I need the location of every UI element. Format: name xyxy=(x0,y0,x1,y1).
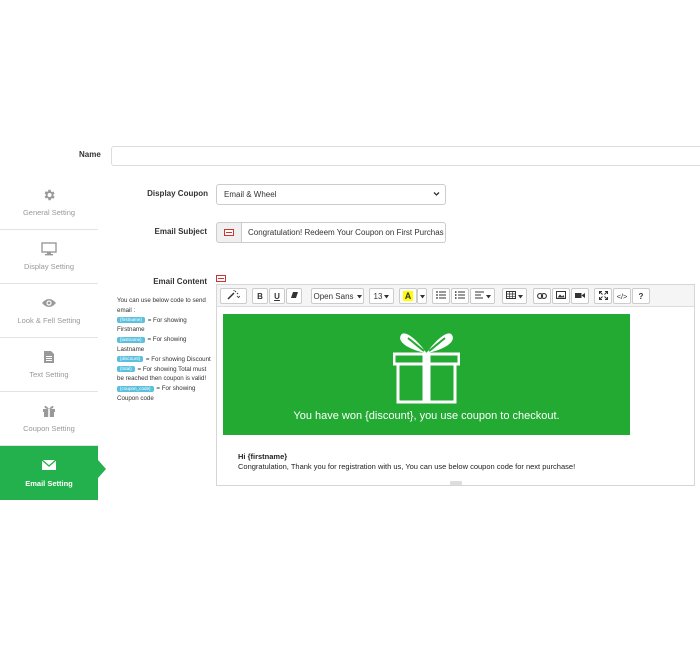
document-icon xyxy=(0,349,98,365)
sidebar-item-look-feel-setting[interactable]: Look & Fell Setting xyxy=(0,284,98,338)
gift-icon xyxy=(392,326,461,411)
text-color-letter: A xyxy=(402,291,414,301)
image-icon xyxy=(556,291,566,301)
active-indicator-arrow xyxy=(98,460,106,478)
code-view-button[interactable]: </> xyxy=(613,288,631,304)
caret-down-icon xyxy=(356,292,362,301)
greeting-text: Hi {firstname} xyxy=(238,452,288,461)
envelope-icon xyxy=(0,457,98,473)
caret-down-icon xyxy=(384,292,390,301)
eraser-button[interactable] xyxy=(286,288,302,304)
email-subject-label: Email Subject xyxy=(154,227,207,236)
sidebar-item-label: Look & Fell Setting xyxy=(17,316,81,325)
sidebar-item-text-setting[interactable]: Text Setting xyxy=(0,338,98,392)
token-help: You can use below code to send email : {… xyxy=(117,296,213,404)
display-coupon-select[interactable]: Email & Wheel xyxy=(216,184,446,205)
token-badge: {discount} xyxy=(117,356,144,363)
font-family-dropdown[interactable]: Open Sans xyxy=(311,288,364,304)
video-icon xyxy=(575,292,585,301)
font-family-value: Open Sans xyxy=(313,291,354,301)
gift-icon xyxy=(0,403,98,419)
flag-icon xyxy=(224,229,234,236)
table-icon xyxy=(506,291,516,301)
monitor-icon xyxy=(0,241,98,257)
link-icon xyxy=(537,292,547,301)
email-editor: B U Open Sans 13 A </> ? You have won {d… xyxy=(216,284,695,486)
numbered-list-icon xyxy=(455,291,465,301)
sidebar-item-general-setting[interactable]: General Setting xyxy=(0,176,98,230)
caret-down-icon xyxy=(518,292,523,301)
editor-toolbar: B U Open Sans 13 A </> ? xyxy=(217,285,694,307)
color-dropdown-toggle[interactable] xyxy=(417,288,427,304)
caret-down-icon xyxy=(485,292,491,301)
font-size-dropdown[interactable]: 13 xyxy=(369,288,394,304)
sidebar-item-label: Coupon Setting xyxy=(23,424,75,433)
token-badge: {coupon_code} xyxy=(117,385,154,392)
token-intro: You can use below code to send email : xyxy=(117,297,206,314)
sidebar-item-label: Display Setting xyxy=(23,262,75,271)
display-coupon-value: Email & Wheel xyxy=(224,190,277,199)
sidebar-item-label: General Setting xyxy=(22,208,76,217)
sidebar-item-display-setting[interactable]: Display Setting xyxy=(0,230,98,284)
sidebar-item-label: Email Setting xyxy=(25,479,73,488)
bullet-list-icon xyxy=(436,291,446,301)
underline-button[interactable]: U xyxy=(269,288,285,304)
align-left-icon xyxy=(474,291,484,301)
language-flag-button[interactable] xyxy=(216,222,242,243)
chevron-down-icon xyxy=(433,190,440,200)
display-coupon-label: Display Coupon xyxy=(147,189,208,198)
bold-button[interactable]: B xyxy=(252,288,268,304)
token-badge: {total} xyxy=(117,365,135,372)
insert-video-button[interactable] xyxy=(571,288,589,304)
flag-icon[interactable] xyxy=(216,275,226,282)
token-badge: {firstname} xyxy=(117,316,145,323)
resize-handle[interactable] xyxy=(450,481,462,485)
gear-icon xyxy=(0,187,98,203)
sidebar-item-coupon-setting[interactable]: Coupon Setting xyxy=(0,392,98,446)
ordered-list-button[interactable] xyxy=(451,288,469,304)
unordered-list-button[interactable] xyxy=(432,288,450,304)
message-text: Congratulation, Thank you for registrati… xyxy=(238,462,576,471)
token-desc: = For showing Discount xyxy=(145,355,211,363)
email-content-label: Email Content xyxy=(153,277,207,286)
insert-link-button[interactable] xyxy=(533,288,551,304)
help-button[interactable]: ? xyxy=(632,288,650,304)
name-label: Name xyxy=(79,150,101,159)
insert-image-button[interactable] xyxy=(552,288,570,304)
magic-wand-button[interactable] xyxy=(220,288,247,304)
table-dropdown[interactable] xyxy=(502,288,527,304)
banner-text: You have won {discount}, you use coupon … xyxy=(293,410,560,422)
email-subject-input[interactable]: Congratulation! Redeem Your Coupon on Fi… xyxy=(242,222,446,243)
caret-down-icon xyxy=(419,292,425,301)
eraser-icon xyxy=(290,291,299,301)
email-preview[interactable]: You have won {discount}, you use coupon … xyxy=(223,314,630,484)
paragraph-align-dropdown[interactable] xyxy=(470,288,495,304)
magic-wand-icon xyxy=(227,290,241,302)
token-badge: {lastname} xyxy=(117,336,145,343)
eye-icon xyxy=(0,295,98,311)
font-size-value: 13 xyxy=(373,291,383,301)
email-banner: You have won {discount}, you use coupon … xyxy=(223,314,630,435)
expand-icon xyxy=(598,290,608,302)
sidebar-item-email-setting[interactable]: Email Setting xyxy=(0,446,98,500)
name-input[interactable] xyxy=(111,146,700,166)
settings-sidebar: General Setting Display Setting Look & F… xyxy=(0,176,98,501)
sidebar-item-label: Text Setting xyxy=(29,370,69,379)
fullscreen-button[interactable] xyxy=(594,288,612,304)
text-color-button[interactable]: A xyxy=(399,288,417,304)
